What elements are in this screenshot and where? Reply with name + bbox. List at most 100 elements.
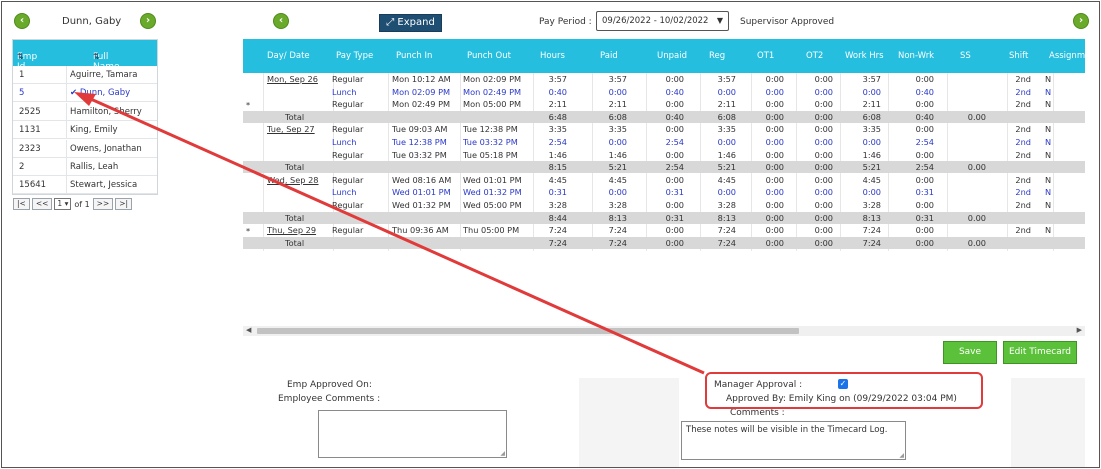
cell-pay_type: Regular bbox=[332, 225, 364, 236]
page-select[interactable]: 1 ▾ bbox=[54, 198, 72, 210]
scroll-right-icon[interactable]: ▶ bbox=[1077, 326, 1082, 334]
cell-ot1: 0:00 bbox=[765, 225, 784, 236]
cell-ss: 0.00 bbox=[967, 162, 986, 173]
cell-in: Wed 01:32 PM bbox=[392, 200, 451, 210]
manager-comments-text: These notes will be visible in the Timec… bbox=[686, 425, 888, 435]
manager-comments-input[interactable]: These notes will be visible in the Timec… bbox=[681, 421, 906, 460]
cell-work: 8:13 bbox=[862, 212, 881, 223]
edited-marker: * bbox=[246, 100, 251, 111]
column-header-hours[interactable]: Hours bbox=[540, 51, 565, 61]
previous-period-icon[interactable]: ‹ bbox=[273, 13, 289, 29]
horizontal-scrollbar[interactable]: ◀ ▶ bbox=[243, 326, 1085, 336]
cell-reg: 8:13 bbox=[717, 212, 736, 223]
cell-ot2: 0:00 bbox=[814, 74, 833, 84]
manager-approval-highlight bbox=[705, 372, 983, 409]
scrollbar-thumb[interactable] bbox=[257, 328, 799, 334]
cell-paid: 6:08 bbox=[608, 111, 627, 122]
employee-row[interactable]: 1131 King, Emily bbox=[13, 121, 157, 140]
cell-reg: 2:11 bbox=[717, 99, 736, 110]
column-header-assign[interactable]: Assignme bbox=[1049, 51, 1090, 61]
column-header-ot1[interactable]: OT1 bbox=[757, 51, 774, 61]
column-header-reg[interactable]: Reg bbox=[709, 51, 725, 61]
cell-shift: 2nd bbox=[1015, 99, 1031, 110]
employee-row[interactable]: 5 ✔ Dunn, Gaby bbox=[13, 84, 157, 103]
cell-work: 2:11 bbox=[862, 99, 881, 110]
cell-ot2: 0:00 bbox=[814, 237, 833, 248]
cell-out: Mon 02:49 PM bbox=[463, 86, 522, 97]
employee-row[interactable]: 15641 Stewart, Jessica bbox=[13, 176, 157, 195]
cell-ot2: 0:00 bbox=[814, 149, 833, 160]
sort-icon: ⇅ bbox=[93, 52, 100, 61]
employee-name: ✔ Dunn, Gaby bbox=[70, 88, 130, 98]
cell-nonwork: 0:00 bbox=[915, 200, 934, 210]
cell-shift: 2nd bbox=[1015, 200, 1031, 210]
column-header-ot2[interactable]: OT2 bbox=[806, 51, 823, 61]
cell-out: Thu 05:00 PM bbox=[463, 225, 520, 236]
employee-row[interactable]: 1 Aguirre, Tamara bbox=[13, 66, 157, 84]
next-page-button[interactable]: >> bbox=[92, 198, 114, 210]
comments-label: Comments : bbox=[730, 408, 785, 418]
employee-row[interactable]: 2 Rallis, Leah bbox=[13, 158, 157, 176]
previous-employee-icon[interactable]: ‹ bbox=[14, 13, 30, 29]
cell-unpaid: 0:40 bbox=[665, 86, 684, 97]
column-header-shift[interactable]: Shift bbox=[1009, 51, 1028, 61]
column-header-pay_type[interactable]: Pay Type bbox=[336, 51, 373, 61]
employee-list: Emp Id ⇅ Full Name ⇅ 1 Aguirre, Tamara 5 ✔ … bbox=[12, 39, 158, 195]
employee-row[interactable]: 2525 Hamilton, Sherry bbox=[13, 102, 157, 121]
cell-unpaid: 0:40 bbox=[665, 111, 684, 122]
column-header-nonwork[interactable]: Non-Wrk bbox=[898, 51, 934, 61]
next-period-icon[interactable]: › bbox=[1073, 13, 1089, 29]
edit-timecard-button[interactable]: Edit Timecard bbox=[1003, 341, 1077, 364]
employee-id: 2 bbox=[19, 162, 25, 172]
cell-unpaid: 0:00 bbox=[665, 99, 684, 110]
cell-shift: 2nd bbox=[1015, 225, 1031, 236]
employee-name-text: Aguirre, Tamara bbox=[70, 70, 138, 80]
resize-grip-icon: ◢ bbox=[500, 450, 505, 457]
first-page-button[interactable]: |< bbox=[13, 198, 30, 210]
cell-ot1: 0:00 bbox=[765, 174, 784, 185]
cell-ot2: 0:00 bbox=[814, 137, 833, 147]
cell-ot2: 0:00 bbox=[814, 187, 833, 198]
cell-pay_type: Regular bbox=[332, 99, 364, 110]
expand-button[interactable]: ⤢ Expand bbox=[379, 14, 442, 32]
cell-paid: 4:45 bbox=[608, 174, 627, 185]
cell-reg: 3:28 bbox=[717, 200, 736, 210]
total-label: Total bbox=[285, 162, 305, 173]
day-date-link[interactable]: Tue, Sep 27 bbox=[267, 124, 315, 134]
employee-pager: |< << 1 ▾ of 1 >> >| bbox=[13, 198, 134, 212]
employee-comments-input[interactable]: ◢ bbox=[318, 410, 507, 458]
day-date-link[interactable]: Mon, Sep 26 bbox=[267, 74, 318, 84]
employee-name-text: Dunn, Gaby bbox=[79, 88, 131, 99]
column-header-ss[interactable]: SS bbox=[960, 51, 971, 61]
cell-shift: 2nd bbox=[1015, 86, 1031, 97]
cell-pay_type: Regular bbox=[332, 74, 364, 84]
prev-page-button[interactable]: << bbox=[31, 198, 53, 210]
column-header-in[interactable]: Punch In bbox=[396, 51, 432, 61]
column-header-paid[interactable]: Paid bbox=[600, 51, 618, 61]
column-header-out[interactable]: Punch Out bbox=[467, 51, 511, 61]
day-date-link[interactable]: Wed, Sep 28 bbox=[267, 175, 319, 185]
cell-in: Tue 09:03 AM bbox=[392, 124, 448, 135]
cell-assign: N bbox=[1045, 225, 1052, 236]
save-button[interactable]: Save bbox=[943, 341, 997, 364]
page-count: of 1 bbox=[74, 199, 90, 209]
cell-ot2: 0:00 bbox=[814, 124, 833, 135]
column-header-work[interactable]: Work Hrs bbox=[845, 51, 884, 61]
cell-ot1: 0:00 bbox=[765, 111, 784, 122]
cell-ot2: 0:00 bbox=[814, 174, 833, 185]
cell-unpaid: 0:00 bbox=[665, 200, 684, 210]
column-header-day[interactable]: Day/ Date bbox=[267, 51, 310, 61]
cell-work: 3:57 bbox=[862, 74, 881, 84]
cell-hours: 1:46 bbox=[548, 149, 567, 160]
employee-row[interactable]: 2323 Owens, Jonathan bbox=[13, 139, 157, 158]
last-page-button[interactable]: >| bbox=[115, 198, 133, 210]
cell-nonwork: 0:40 bbox=[915, 86, 934, 97]
scroll-left-icon[interactable]: ◀ bbox=[246, 326, 251, 334]
cell-nonwork: 0:00 bbox=[915, 124, 934, 135]
pay-period-select[interactable]: 09/26/2022 - 10/02/2022 ▼ bbox=[596, 11, 729, 31]
column-header-unpaid[interactable]: Unpaid bbox=[657, 51, 687, 61]
cell-reg: 3:57 bbox=[717, 74, 736, 84]
cell-reg: 0:00 bbox=[717, 187, 736, 198]
day-date-link[interactable]: Thu, Sep 29 bbox=[267, 225, 316, 235]
next-employee-icon[interactable]: › bbox=[140, 13, 156, 29]
